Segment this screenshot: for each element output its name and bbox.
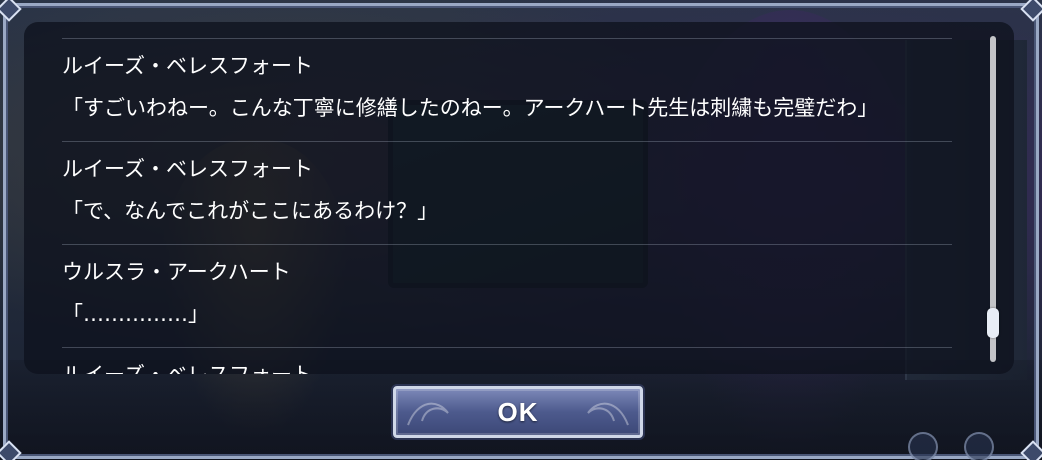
scrollbar-track[interactable] <box>987 36 999 362</box>
nav-prev-icon[interactable] <box>908 432 938 460</box>
corner-ornament-icon <box>1020 0 1042 22</box>
backlog-panel[interactable]: ルイーズ・ベレスフォート 「すごいわねー。こんな丁寧に修繕したのねー。アークハー… <box>24 22 1014 374</box>
corner-ornament-icon <box>0 0 22 22</box>
ornament-icon <box>587 402 629 426</box>
log-entry[interactable]: ルイーズ・ベレスフォート 「すごいわねー。こんな丁寧に修繕したのねー。アークハー… <box>62 38 952 141</box>
corner-ornament-icon <box>1020 440 1042 460</box>
ok-label: OK <box>497 396 539 427</box>
log-entry[interactable]: ルイーズ・ベレスフォート 「で、なんでこれがここにあるわけ？」 <box>62 141 952 244</box>
speaker-name: ウルスラ・アークハート <box>62 260 291 284</box>
scrollbar-thumb[interactable] <box>987 308 999 338</box>
ok-button[interactable]: OK <box>393 386 643 438</box>
speaker-name: ルイーズ・ベレスフォート <box>62 54 313 78</box>
nav-next-icon[interactable] <box>964 432 994 460</box>
dialogue-line: 「すごいわねー。こんな丁寧に修繕したのねー。アークハート先生は刺繍も完璧だわ」 <box>62 96 879 120</box>
backlog-list[interactable]: ルイーズ・ベレスフォート 「すごいわねー。こんな丁寧に修繕したのねー。アークハー… <box>62 38 952 374</box>
speaker-name: ルイーズ・ベレスフォート <box>62 361 952 374</box>
screen: ルイーズ・ベレスフォート 「すごいわねー。こんな丁寧に修繕したのねー。アークハー… <box>0 0 1042 460</box>
corner-ornament-icon <box>0 440 22 460</box>
log-entry[interactable]: ルイーズ・ベレスフォート <box>62 347 952 374</box>
dialogue-line: 「で、なんでこれがここにあるわけ？」 <box>62 199 439 223</box>
ornament-icon <box>407 402 449 426</box>
log-entry[interactable]: ウルスラ・アークハート 「……………」 <box>62 244 952 347</box>
speaker-name: ルイーズ・ベレスフォート <box>62 157 313 181</box>
dialogue-line: 「……………」 <box>62 302 209 326</box>
